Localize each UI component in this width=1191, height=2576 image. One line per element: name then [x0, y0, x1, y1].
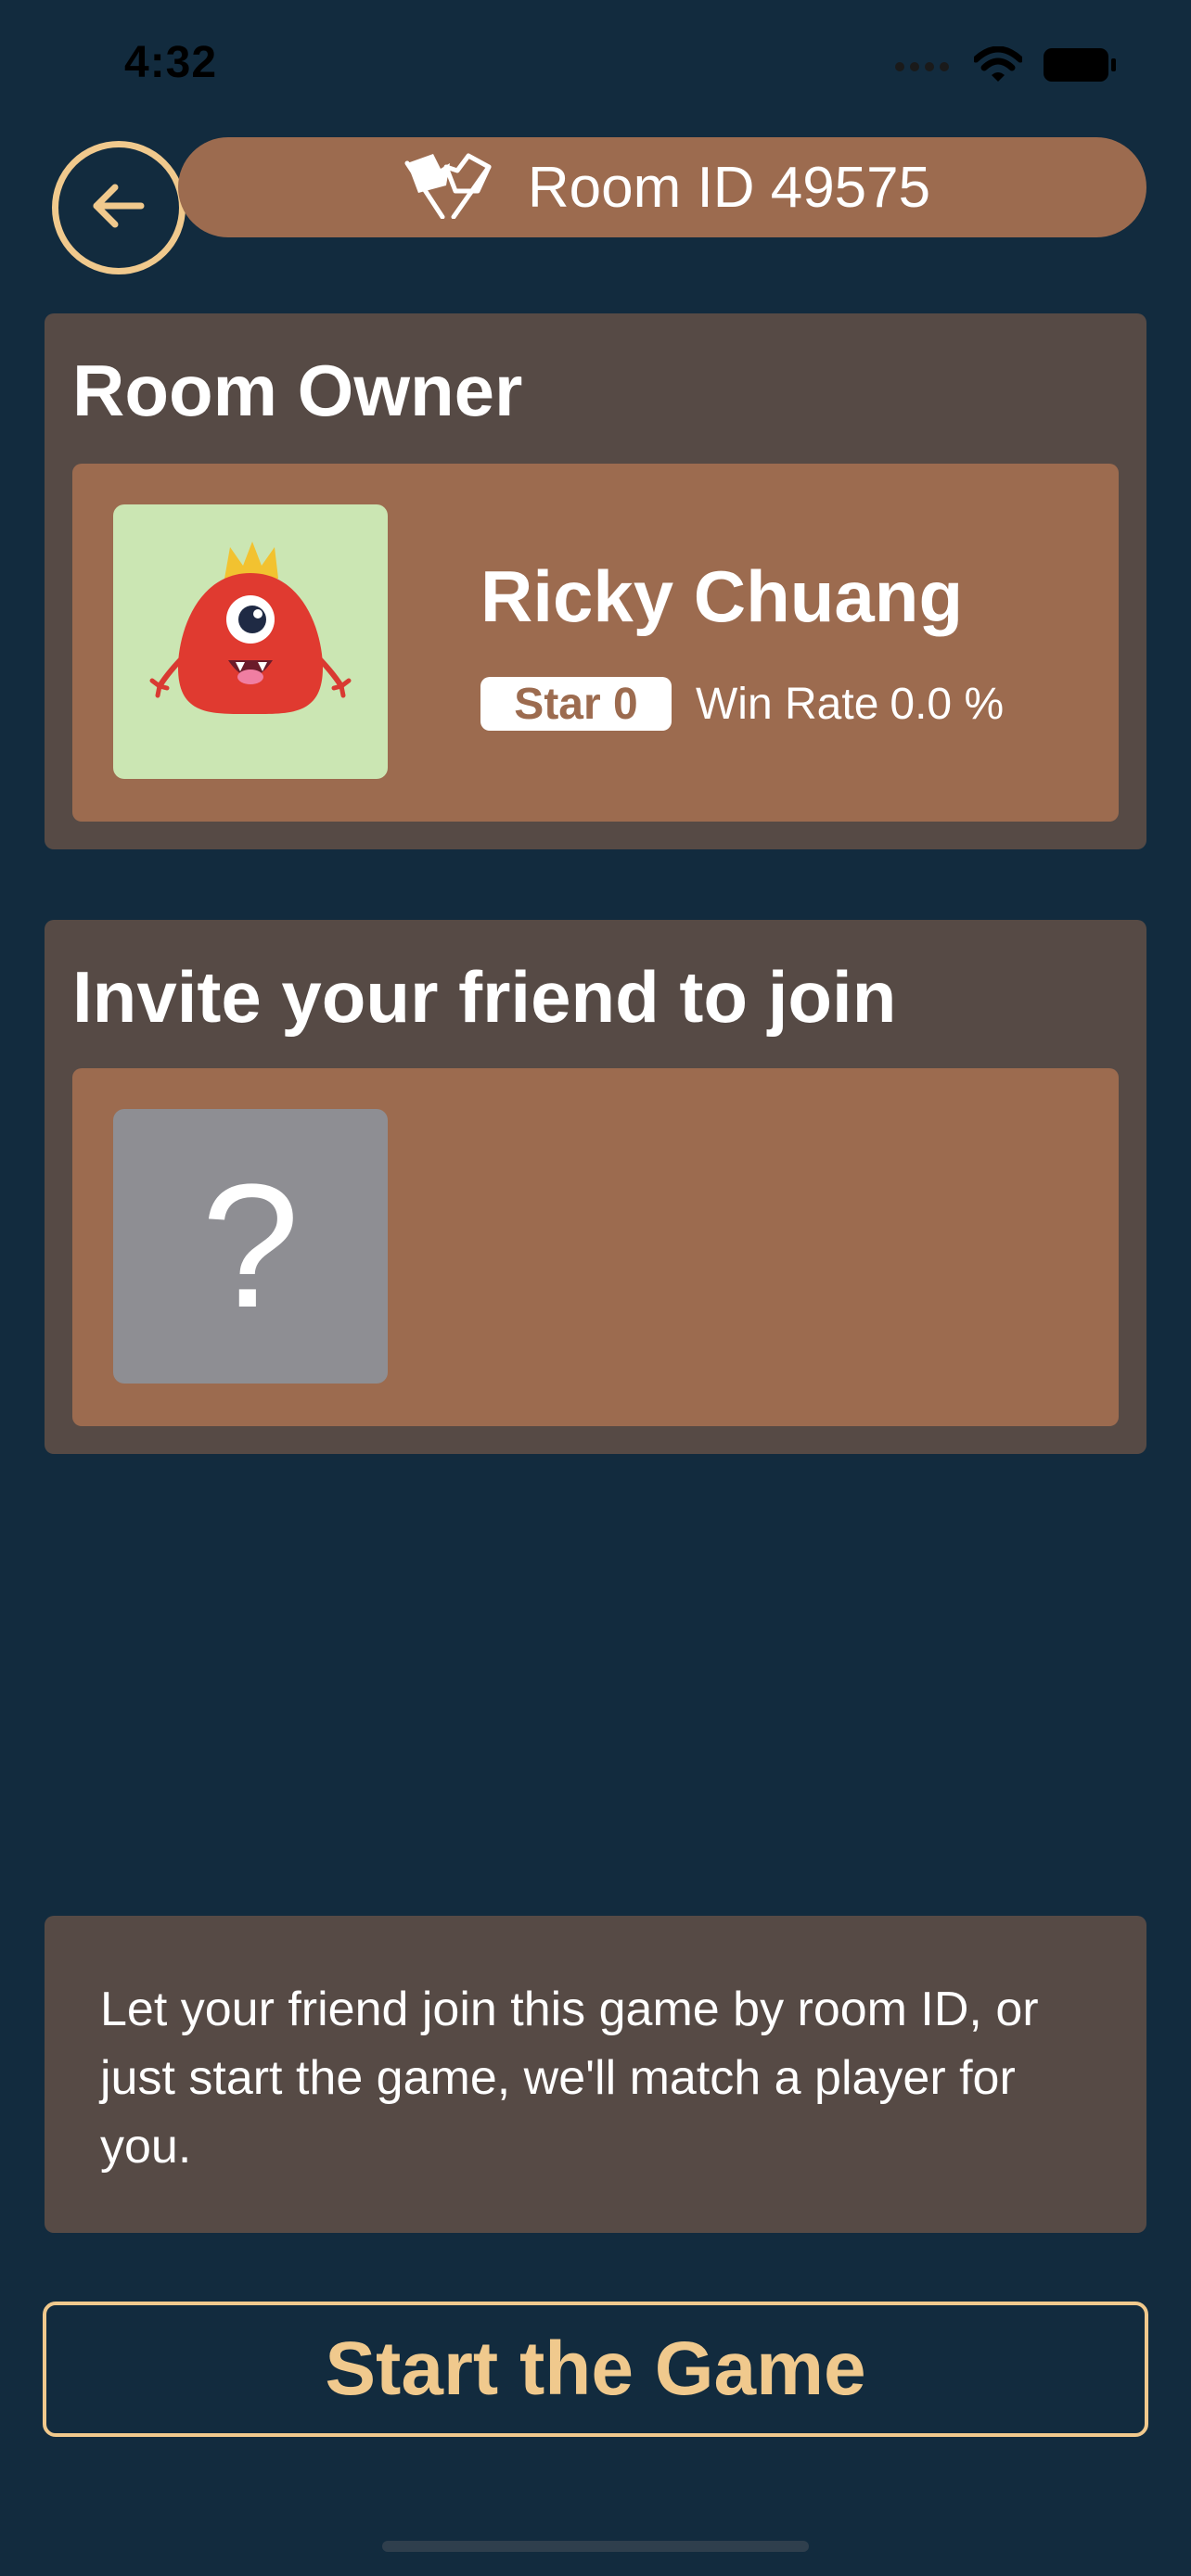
wifi-icon	[972, 45, 1024, 88]
room-owner-panel: Room Owner Ricky Chuang Star 0 Win Rate …	[45, 313, 1146, 849]
empty-player-slot[interactable]: ?	[113, 1109, 388, 1384]
question-mark-icon: ?	[201, 1148, 300, 1345]
arrow-left-circle-icon	[82, 169, 156, 248]
room-owner-title: Room Owner	[72, 350, 523, 431]
monster-avatar-icon	[149, 542, 352, 715]
battery-icon	[1043, 47, 1117, 87]
signal-icon	[892, 56, 954, 79]
room-id-pill: Room ID 49575	[178, 137, 1146, 237]
status-icons	[892, 45, 1117, 88]
avatar	[113, 504, 388, 779]
back-button[interactable]	[52, 141, 186, 274]
crossed-flags-icon	[394, 152, 506, 223]
start-game-button[interactable]: Start the Game	[43, 2302, 1148, 2437]
invite-slot-card[interactable]: ?	[72, 1068, 1119, 1426]
invite-panel: Invite your friend to join ?	[45, 920, 1146, 1454]
invite-title: Invite your friend to join	[72, 956, 897, 1038]
room-id-label: Room ID 49575	[527, 155, 931, 220]
win-rate: Win Rate 0.0 %	[696, 679, 1004, 730]
player-name: Ricky Chuang	[480, 555, 964, 637]
status-time: 4:32	[124, 38, 218, 87]
win-rate-label: Win Rate	[696, 680, 879, 729]
home-indicator[interactable]	[382, 2541, 809, 2552]
info-panel: Let your friend join this game by room I…	[45, 1916, 1146, 2233]
owner-card: Ricky Chuang Star 0 Win Rate 0.0 %	[72, 464, 1119, 822]
win-rate-value: 0.0 %	[890, 680, 1005, 729]
info-text: Let your friend join this game by room I…	[100, 1983, 1039, 2174]
star-badge: Star 0	[480, 677, 672, 731]
